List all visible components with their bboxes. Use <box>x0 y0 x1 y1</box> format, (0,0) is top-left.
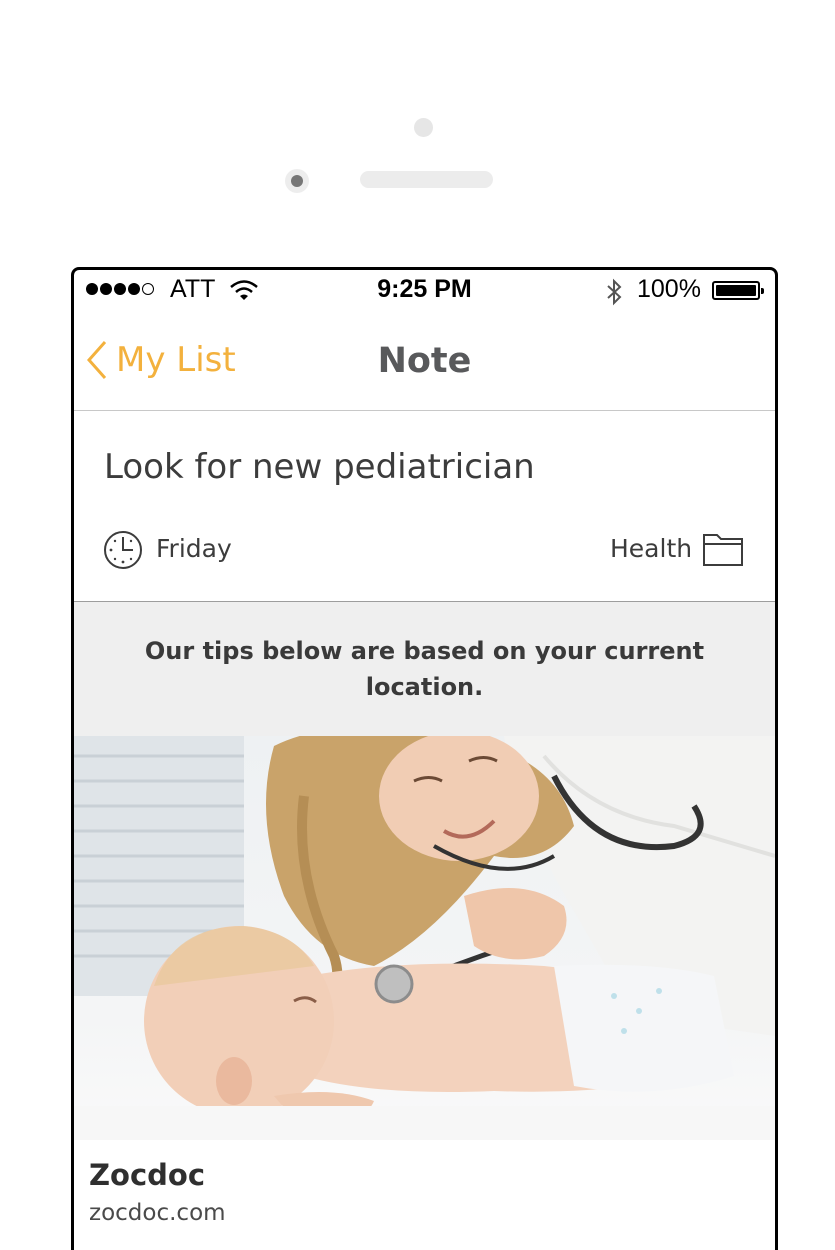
clock-icon <box>104 531 142 569</box>
battery-icon <box>712 281 764 300</box>
navigation-bar: My List Note <box>74 310 775 411</box>
bluetooth-icon <box>607 278 622 306</box>
suggestion-card[interactable]: Zocdoc zocdoc.com <box>74 1140 775 1250</box>
tips-banner: Our tips below are based on your current… <box>74 602 775 736</box>
category-label[interactable]: Health <box>610 534 692 563</box>
note-title[interactable]: Look for new pediatrician <box>104 447 535 487</box>
note-detail: Look for new pediatrician Friday Health <box>74 411 775 602</box>
status-bar: ATT 9:25 PM 100% <box>74 270 775 310</box>
card-url[interactable]: zocdoc.com <box>89 1200 226 1226</box>
proximity-sensor <box>414 118 433 137</box>
doctor-baby-photo <box>74 736 775 1140</box>
page-title: Note <box>377 341 472 381</box>
due-date[interactable]: Friday <box>156 534 232 563</box>
card-image[interactable] <box>74 736 775 1140</box>
tips-text: Our tips below are based on your current… <box>144 637 705 701</box>
phone-screen: ATT 9:25 PM 100% My List Note Look for n… <box>71 267 778 1250</box>
card-title[interactable]: Zocdoc <box>89 1158 205 1192</box>
front-camera <box>285 169 309 193</box>
earpiece-speaker <box>360 171 493 188</box>
folder-icon[interactable] <box>701 529 745 569</box>
battery-percent: 100% <box>637 275 701 303</box>
